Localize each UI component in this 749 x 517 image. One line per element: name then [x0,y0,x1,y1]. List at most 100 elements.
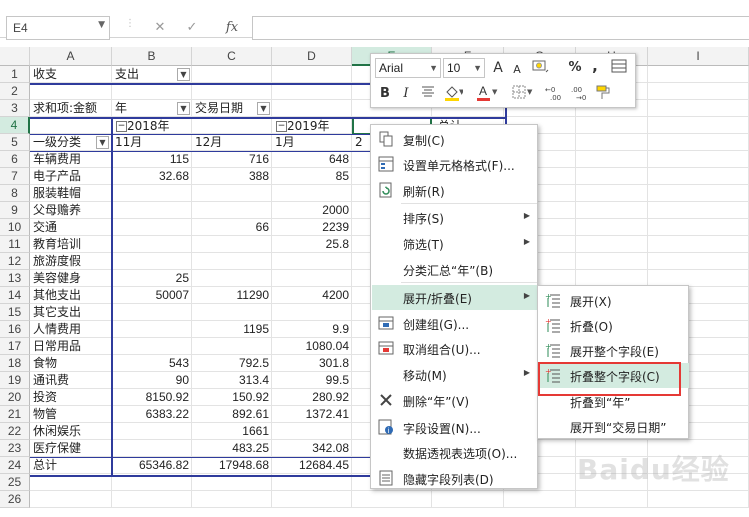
grid-cell[interactable] [576,202,648,219]
category-cell[interactable]: 其他支出 [30,287,112,304]
grid-cell[interactable] [576,253,648,270]
row-header-4[interactable]: 4 [0,117,30,134]
percent-style-icon[interactable]: % [567,58,583,78]
category-cell[interactable]: 旅游度假 [30,253,112,270]
grid-cell[interactable] [192,83,272,100]
chevron-down-icon[interactable]: ▼ [98,20,105,30]
row-header-20[interactable]: 20 [0,389,30,406]
fill-color-icon[interactable]: ▼ [441,84,465,109]
year-dropdown-icon[interactable]: ▼ [177,102,190,115]
comma-style-icon[interactable]: , [589,56,601,76]
row-header-26[interactable]: 26 [0,491,30,508]
decrease-font-icon[interactable]: A [509,60,525,80]
cancel-icon[interactable]: ✕ [148,16,172,40]
row-header-21[interactable]: 21 [0,406,30,423]
value-cell-nov-2018[interactable]: 32.68 [112,168,192,185]
value-cell-dec-2018[interactable]: 792.5 [192,355,272,372]
column-header-d[interactable]: D [272,47,352,66]
grid-cell[interactable] [112,83,192,100]
value-cell-jan-2019[interactable]: 2239 [272,219,352,236]
cell-d4[interactable]: −2019年 [276,118,330,135]
value-cell-jan-2019[interactable]: 4200 [272,287,352,304]
value-cell-nov-2018[interactable] [112,202,192,219]
category-cell[interactable]: 医疗保健 [30,440,112,457]
category-cell[interactable]: 车辆费用 [30,151,112,168]
row-header-3[interactable]: 3 [0,100,30,117]
grid-cell[interactable] [648,100,749,117]
submenu-item-2[interactable]: + 展开整个字段(E) [539,338,689,363]
grid-cell[interactable] [576,117,648,134]
value-cell-jan-2019[interactable]: 99.5 [272,372,352,389]
format-painter-icon[interactable] [593,84,615,109]
value-cell-jan-2019[interactable]: 280.92 [272,389,352,406]
grid-cell[interactable] [272,83,352,100]
category-cell[interactable]: 人情费用 [30,321,112,338]
value-cell-dec-2018[interactable]: 66 [192,219,272,236]
value-cell-dec-2018[interactable] [192,338,272,355]
column-header-a[interactable]: A [30,47,112,66]
value-cell-dec-2018[interactable] [192,202,272,219]
category-cell[interactable]: 投资 [30,389,112,406]
row-header-17[interactable]: 17 [0,338,30,355]
bold-icon[interactable]: B [377,84,393,104]
value-cell-jan-2019[interactable]: 1372.41 [272,406,352,423]
row-header-19[interactable]: 19 [0,372,30,389]
context-menu-item-13[interactable]: 隐藏字段列表(D) [372,466,538,491]
value-cell-nov-2018[interactable]: 8150.92 [112,389,192,406]
category-cell[interactable]: 物管 [30,406,112,423]
select-all-corner[interactable] [0,47,30,66]
category-cell[interactable]: 日常用品 [30,338,112,355]
decrease-decimal-icon[interactable]: .00 →0 [569,84,593,110]
filter-dropdown-icon[interactable]: ▼ [177,68,190,81]
cell-a1[interactable]: 收支 [30,66,112,83]
value-cell-dec-2018[interactable] [192,236,272,253]
context-menu-item-5[interactable]: 分类汇总“年”(B) [372,257,538,282]
grid-cell[interactable] [112,491,192,508]
align-center-icon[interactable] [419,84,437,105]
accounting-format-icon[interactable] [529,58,551,81]
value-cell-jan-2019[interactable]: 301.8 [272,355,352,372]
column-header-b[interactable]: B [112,47,192,66]
value-cell-jan-2019[interactable] [272,253,352,270]
grid-cell[interactable] [648,66,749,83]
value-cell-dec-2018[interactable] [192,185,272,202]
enter-icon[interactable]: ✓ [180,16,204,40]
grid-cell[interactable] [192,117,272,134]
grid-cell[interactable] [576,151,648,168]
value-cell-jan-2019[interactable]: 648 [272,151,352,168]
formula-bar-grip[interactable]: ⋮ [125,18,135,38]
value-cell-jan-2019[interactable] [272,185,352,202]
insert-function-icon[interactable]: fx [214,16,250,40]
value-cell-nov-2018[interactable]: 65346.82 [112,457,192,474]
grid-cell[interactable] [576,236,648,253]
value-cell-nov-2018[interactable] [112,321,192,338]
grid-cell[interactable] [648,83,749,100]
value-cell-nov-2018[interactable] [112,236,192,253]
value-cell-nov-2018[interactable] [112,185,192,202]
grid-cell[interactable] [272,100,352,117]
value-cell-jan-2019[interactable]: 12684.45 [272,457,352,474]
grid-cell[interactable] [30,83,112,100]
value-cell-dec-2018[interactable]: 1195 [192,321,272,338]
value-cell-nov-2018[interactable] [112,304,192,321]
column-header-c[interactable]: C [192,47,272,66]
value-cell-jan-2019[interactable] [272,270,352,287]
grid-cell[interactable] [648,253,749,270]
grid-cell[interactable] [272,66,352,83]
column-header-i[interactable]: I [648,47,749,66]
category-cell[interactable]: 其它支出 [30,304,112,321]
row-header-16[interactable]: 16 [0,321,30,338]
cell-c5[interactable]: 12月 [192,134,272,151]
submenu-item-5[interactable]: 展开到“交易日期” [539,414,689,439]
context-menu-item-9[interactable]: 移动(M) ▶ [372,362,538,387]
category-cell[interactable]: 交通 [30,219,112,236]
row-header-12[interactable]: 12 [0,253,30,270]
row-header-6[interactable]: 6 [0,151,30,168]
value-cell-dec-2018[interactable]: 150.92 [192,389,272,406]
category-cell[interactable]: 总计 [30,457,112,474]
grid-cell[interactable] [30,117,112,134]
grid-cell[interactable] [30,491,112,508]
row-header-22[interactable]: 22 [0,423,30,440]
category-cell[interactable]: 通讯费 [30,372,112,389]
context-menu-item-7[interactable]: 创建组(G)... [372,311,538,336]
